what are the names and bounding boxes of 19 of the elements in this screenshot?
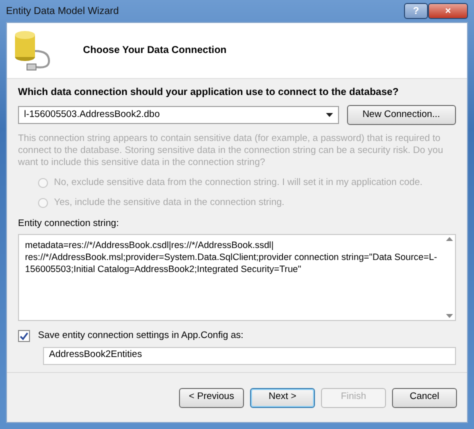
window-title: Entity Data Model Wizard bbox=[6, 4, 119, 18]
scroll-up-icon[interactable] bbox=[446, 237, 453, 242]
scroll-down-icon[interactable] bbox=[446, 314, 453, 318]
new-connection-button[interactable]: New Connection... bbox=[346, 105, 456, 125]
radio-label: Yes, include the sensitive data in the connection string. bbox=[54, 196, 284, 210]
save-checkbox[interactable] bbox=[18, 330, 30, 342]
question-label: Which data connection should your application use to connect to the database? bbox=[18, 86, 400, 100]
connection-string-box[interactable]: metadata=res://*/AddressBook.csdl|res://*/AddressBook.ssdl| res://*/AddressBook.msl;provider=System.Data.SqlClient;provider connection string="Data Source=L- 156005503;Initial Catalog=AddressBook2;Integrated Security=True" bbox=[18, 234, 456, 322]
connection-dropdown[interactable]: l-156005503.AddressBook2.dbo bbox=[18, 106, 339, 124]
wizard-button[interactable]: Cancel bbox=[392, 388, 457, 408]
page-title: Choose Your Data Connection bbox=[83, 44, 227, 58]
save-settings-label: Save entity connection settings in App.Config as: bbox=[38, 329, 244, 344]
wizard-button[interactable]: < Previous bbox=[179, 388, 244, 408]
warning-text: This connection string appears to contain sensitive data (for example, a password) that is required to connect to the database. Storing sensitive data in the connection string can be a security risk. Do you want to include this sensitive data in the connection string? bbox=[18, 133, 444, 169]
radio-label: No, exclude sensitive data from the connection string. I will set it in my application code. bbox=[54, 176, 423, 190]
entity-name-field[interactable]: AddressBook2Entities bbox=[43, 346, 456, 364]
entity-connection-label: Entity connection string: bbox=[18, 217, 120, 231]
wizard-button[interactable]: Next > bbox=[250, 388, 315, 408]
dropdown-caret-icon[interactable] bbox=[326, 113, 333, 117]
